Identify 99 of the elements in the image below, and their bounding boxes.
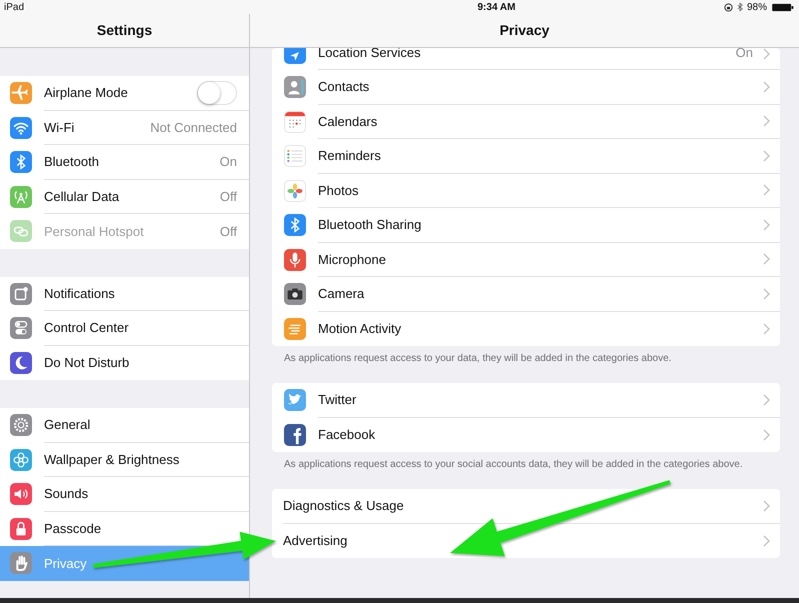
battery-percent: 98% — [746, 0, 767, 14]
chevron-icon — [763, 534, 770, 547]
item-label: Privacy — [44, 554, 87, 573]
battery-icon — [770, 2, 795, 12]
settings-item[interactable]: Cellular Data Off — [0, 180, 249, 214]
item-label: Advertising — [283, 532, 348, 550]
item-label: Diagnostics & Usage — [283, 497, 404, 515]
link-icon — [10, 220, 32, 242]
item-label: Cellular Data — [44, 188, 120, 206]
flower-icon — [284, 180, 306, 202]
list-row[interactable]: Advertising — [272, 524, 780, 558]
calendar-icon — [284, 110, 306, 133]
bluetooth-icon — [10, 151, 32, 174]
item-label: Location Services — [318, 46, 421, 59]
facebook-icon — [284, 424, 306, 446]
chevron-icon — [763, 184, 770, 196]
list-icon — [284, 145, 306, 168]
microphone-icon — [284, 248, 306, 271]
item-label: Bluetooth — [44, 153, 99, 171]
settings-item[interactable]: Notifications — [0, 276, 249, 311]
chevron-icon — [763, 428, 770, 441]
chevron-icon — [763, 80, 770, 93]
flower-icon — [10, 448, 32, 471]
item-label: Twitter — [318, 391, 356, 409]
item-label: Control Center — [44, 319, 129, 337]
chevron-icon — [763, 394, 770, 406]
item-label: Wi-Fi — [44, 118, 74, 136]
section-footer: As applications request access to your social accounts data, they will be added in the categories above. — [272, 452, 780, 471]
chevron-icon — [763, 218, 770, 231]
item-label: Microphone — [318, 250, 386, 269]
item-value: Off — [220, 222, 237, 240]
bird-icon — [284, 389, 306, 412]
speaker-icon — [10, 483, 32, 506]
item-label: Calendars — [318, 112, 378, 130]
lines-icon — [284, 318, 306, 340]
item-label: Photos — [318, 182, 358, 200]
notifications-icon — [10, 282, 32, 305]
device-name: iPad — [4, 0, 24, 14]
list-row[interactable]: Calendars — [272, 104, 780, 139]
section-footer: As applications request access to your data, they will be added in the categories above. — [272, 346, 780, 365]
item-label: Wallpaper & Brightness — [44, 450, 180, 469]
status-time: 9:34 AM — [476, 0, 516, 14]
airplane-icon — [10, 82, 32, 104]
item-label: Sounds — [44, 485, 88, 503]
item-label: Camera — [318, 285, 364, 303]
settings-item[interactable]: Do Not Disturb — [0, 346, 249, 380]
list-row[interactable]: Contacts — [272, 70, 780, 104]
contacts-icon — [284, 76, 306, 98]
list-row[interactable]: Motion Activity — [272, 312, 780, 346]
chevron-icon — [763, 500, 770, 512]
item-value: Not Connected — [150, 118, 237, 136]
item-value: On — [220, 153, 237, 171]
settings-item[interactable]: Bluetooth On — [0, 145, 249, 180]
chevron-icon — [763, 288, 770, 300]
list-row[interactable]: Reminders — [272, 139, 780, 174]
bluetooth-icon — [284, 214, 306, 236]
settings-item[interactable]: Sounds — [0, 477, 249, 512]
settings-item[interactable]: General — [0, 408, 249, 442]
settings-item[interactable]: Wallpaper & Brightness — [0, 442, 249, 477]
item-label: Motion Activity — [318, 320, 402, 338]
chevron-icon — [763, 115, 770, 128]
item-label: Reminders — [318, 147, 381, 165]
chevron-icon — [763, 322, 770, 335]
toggles-icon — [10, 317, 32, 340]
item-label: Facebook — [318, 426, 376, 444]
list-row[interactable]: Twitter — [272, 383, 780, 418]
lock-icon — [10, 518, 32, 540]
item-label: Passcode — [44, 520, 102, 538]
sidebar-title: Settings — [96, 21, 152, 40]
chevron-icon — [763, 253, 770, 266]
settings-item[interactable]: Wi-Fi Not Connected — [0, 110, 249, 145]
list-row[interactable]: Facebook — [272, 418, 780, 452]
item-label: General — [44, 416, 90, 434]
item-label: Personal Hotspot — [44, 222, 144, 241]
bluetooth-icon — [736, 2, 743, 12]
list-row[interactable]: Location Services On — [272, 48, 780, 70]
chevron-icon — [763, 150, 770, 162]
rotation-lock-icon — [724, 2, 733, 12]
antenna-icon — [10, 186, 32, 208]
item-label: Airplane Mode — [44, 84, 128, 102]
item-label: Notifications — [44, 284, 115, 302]
item-label: Do Not Disturb — [44, 354, 130, 372]
list-row[interactable]: Camera — [272, 277, 780, 312]
hand-icon — [10, 552, 32, 574]
moon-icon — [10, 352, 32, 374]
toggle-switch[interactable] — [197, 80, 237, 105]
wifi-icon — [10, 116, 32, 139]
list-row[interactable]: Bluetooth Sharing — [272, 208, 780, 242]
item-label: Bluetooth Sharing — [318, 216, 422, 234]
item-value: Off — [220, 188, 237, 206]
camera-icon — [284, 283, 306, 306]
settings-icon — [10, 414, 32, 436]
list-row[interactable]: Microphone — [272, 242, 780, 277]
page-title: Privacy — [500, 21, 550, 40]
list-row[interactable]: Photos — [272, 174, 780, 208]
settings-item[interactable]: Control Center — [0, 311, 249, 346]
item-value: On — [736, 46, 753, 59]
item-label: Contacts — [318, 78, 370, 96]
settings-item[interactable]: Airplane Mode — [0, 76, 249, 110]
